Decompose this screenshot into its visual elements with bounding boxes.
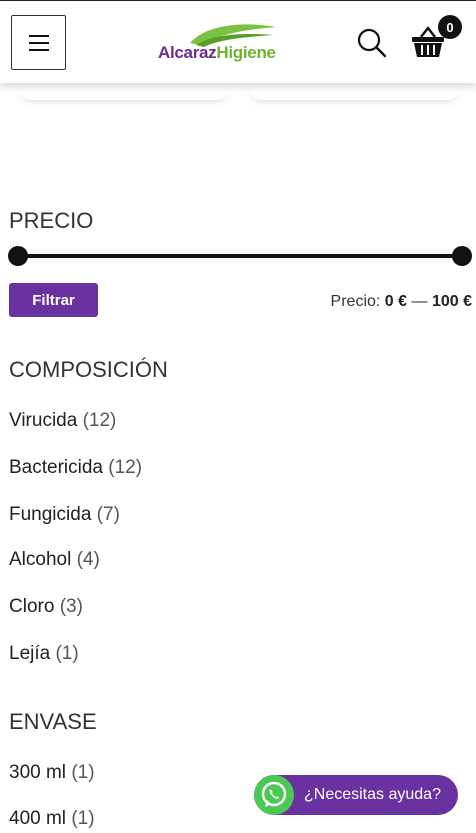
filter-item-count: (4) <box>76 549 100 570</box>
composition-item[interactable]: Virucida (12) <box>9 410 116 432</box>
menu-icon-bar <box>28 41 49 44</box>
composition-item[interactable]: Alcohol (4) <box>9 549 100 571</box>
whatsapp-label: ¿Necesitas ayuda? <box>304 786 441 803</box>
product-card-edge <box>18 80 230 100</box>
filter-item-label: Virucida <box>9 410 78 431</box>
packaging-item[interactable]: 400 ml (1) <box>9 808 95 830</box>
filter-item-label: Alcohol <box>9 549 72 570</box>
filter-item-count: (1) <box>55 643 79 664</box>
menu-icon-bar <box>28 34 49 37</box>
price-prefix: Precio: <box>330 293 381 310</box>
filter-item-label: 300 ml <box>9 762 67 783</box>
filter-item-label: Fungicida <box>9 504 92 525</box>
composition-item[interactable]: Bactericida (12) <box>9 457 142 479</box>
price-filter-title: PRECIO <box>9 208 94 233</box>
filter-item-label: Bactericida <box>9 457 103 478</box>
filter-item-count: (1) <box>71 762 95 783</box>
logo-text: AlcarazHigiene <box>158 43 276 62</box>
filter-item-count: (12) <box>82 410 117 431</box>
cart-count-badge: 0 <box>438 15 462 39</box>
filter-item-label: Lejía <box>9 643 51 664</box>
filter-item-label: 400 ml <box>9 808 67 829</box>
filter-item-count: (7) <box>96 504 120 525</box>
filter-item-count: (1) <box>71 808 95 829</box>
packaging-filter-title: ENVASE <box>9 709 97 734</box>
composition-item[interactable]: Fungicida (7) <box>9 504 120 526</box>
price-range-label: Precio: 0 € — 100 € <box>331 293 472 311</box>
price-slider-track[interactable] <box>18 254 462 258</box>
filter-button[interactable]: Filtrar <box>9 283 98 317</box>
packaging-item[interactable]: 300 ml (1) <box>9 762 95 784</box>
site-logo[interactable]: AlcarazHigiene <box>158 21 304 67</box>
composition-item[interactable]: Lejía (1) <box>9 643 79 665</box>
min-price: 0 € <box>384 293 408 310</box>
whatsapp-help-button[interactable]: ¿Necesitas ayuda? <box>254 775 458 815</box>
composition-filter-title: COMPOSICIÓN <box>9 357 168 382</box>
price-separator: — <box>411 293 428 310</box>
site-header: AlcarazHigiene 0 <box>0 0 476 83</box>
search-icon <box>357 28 387 58</box>
price-slider-max-handle[interactable] <box>452 246 472 266</box>
filter-item-count: (12) <box>108 457 143 478</box>
whatsapp-icon <box>254 775 294 815</box>
search-button[interactable] <box>356 27 388 59</box>
menu-button[interactable] <box>11 15 66 70</box>
product-card-edge <box>248 80 460 100</box>
menu-icon-bar <box>28 48 49 51</box>
composition-item[interactable]: Cloro (3) <box>9 596 83 618</box>
filter-item-label: Cloro <box>9 596 55 617</box>
price-slider-min-handle[interactable] <box>8 246 28 266</box>
max-price: 100 € <box>431 293 472 310</box>
filter-item-count: (3) <box>59 596 83 617</box>
